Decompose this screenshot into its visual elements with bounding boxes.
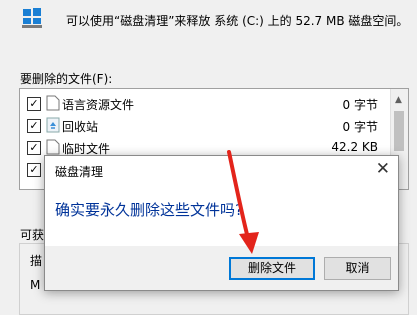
file-icon xyxy=(46,139,60,155)
file-name: 语言资源文件 xyxy=(62,98,135,112)
file-name: 回收站 xyxy=(62,120,99,134)
scroll-up-icon[interactable]: ▲ xyxy=(395,95,402,105)
delete-files-button[interactable]: 删除文件 xyxy=(229,257,315,280)
header-text: 可以使用“磁盘清理”来释放 系统 (C:) 上的 52.7 MB 磁盘空间。 xyxy=(66,14,409,28)
checkbox[interactable]: ✓ xyxy=(27,119,41,133)
file-size: 0 字节 xyxy=(342,98,378,112)
file-row[interactable]: ✓ 回收站 0 字节 xyxy=(20,115,390,137)
file-row[interactable]: ✓ 语言资源文件 0 字节 xyxy=(20,93,390,115)
close-icon[interactable]: ✕ xyxy=(376,159,390,179)
dialog-title: 磁盘清理 xyxy=(55,165,104,179)
confirm-dialog: 磁盘清理 ✕ 确实要永久删除这些文件吗? 删除文件 取消 xyxy=(44,155,399,291)
dialog-footer: 删除文件 取消 xyxy=(45,246,398,290)
checkbox[interactable]: ✓ xyxy=(27,97,41,111)
file-icon xyxy=(46,95,60,111)
file-size: 42.2 KB xyxy=(331,140,378,154)
cancel-button[interactable]: 取消 xyxy=(324,257,391,280)
windows-drive-icon xyxy=(22,8,42,28)
checkbox[interactable]: ✓ xyxy=(27,141,41,155)
checkbox[interactable]: ✓ xyxy=(27,163,41,177)
space-gain-label: 可获 xyxy=(20,228,45,242)
recycle-bin-icon xyxy=(46,117,60,133)
files-to-delete-label: 要删除的文件(F): xyxy=(20,72,113,86)
dialog-message: 确实要永久删除这些文件吗? xyxy=(55,201,243,219)
file-size: 0 字节 xyxy=(342,120,378,134)
description-text: M xyxy=(30,278,41,292)
description-legend: 描 xyxy=(30,254,43,268)
annotation-arrow-icon xyxy=(227,150,259,254)
scrollbar-thumb[interactable] xyxy=(394,111,404,151)
